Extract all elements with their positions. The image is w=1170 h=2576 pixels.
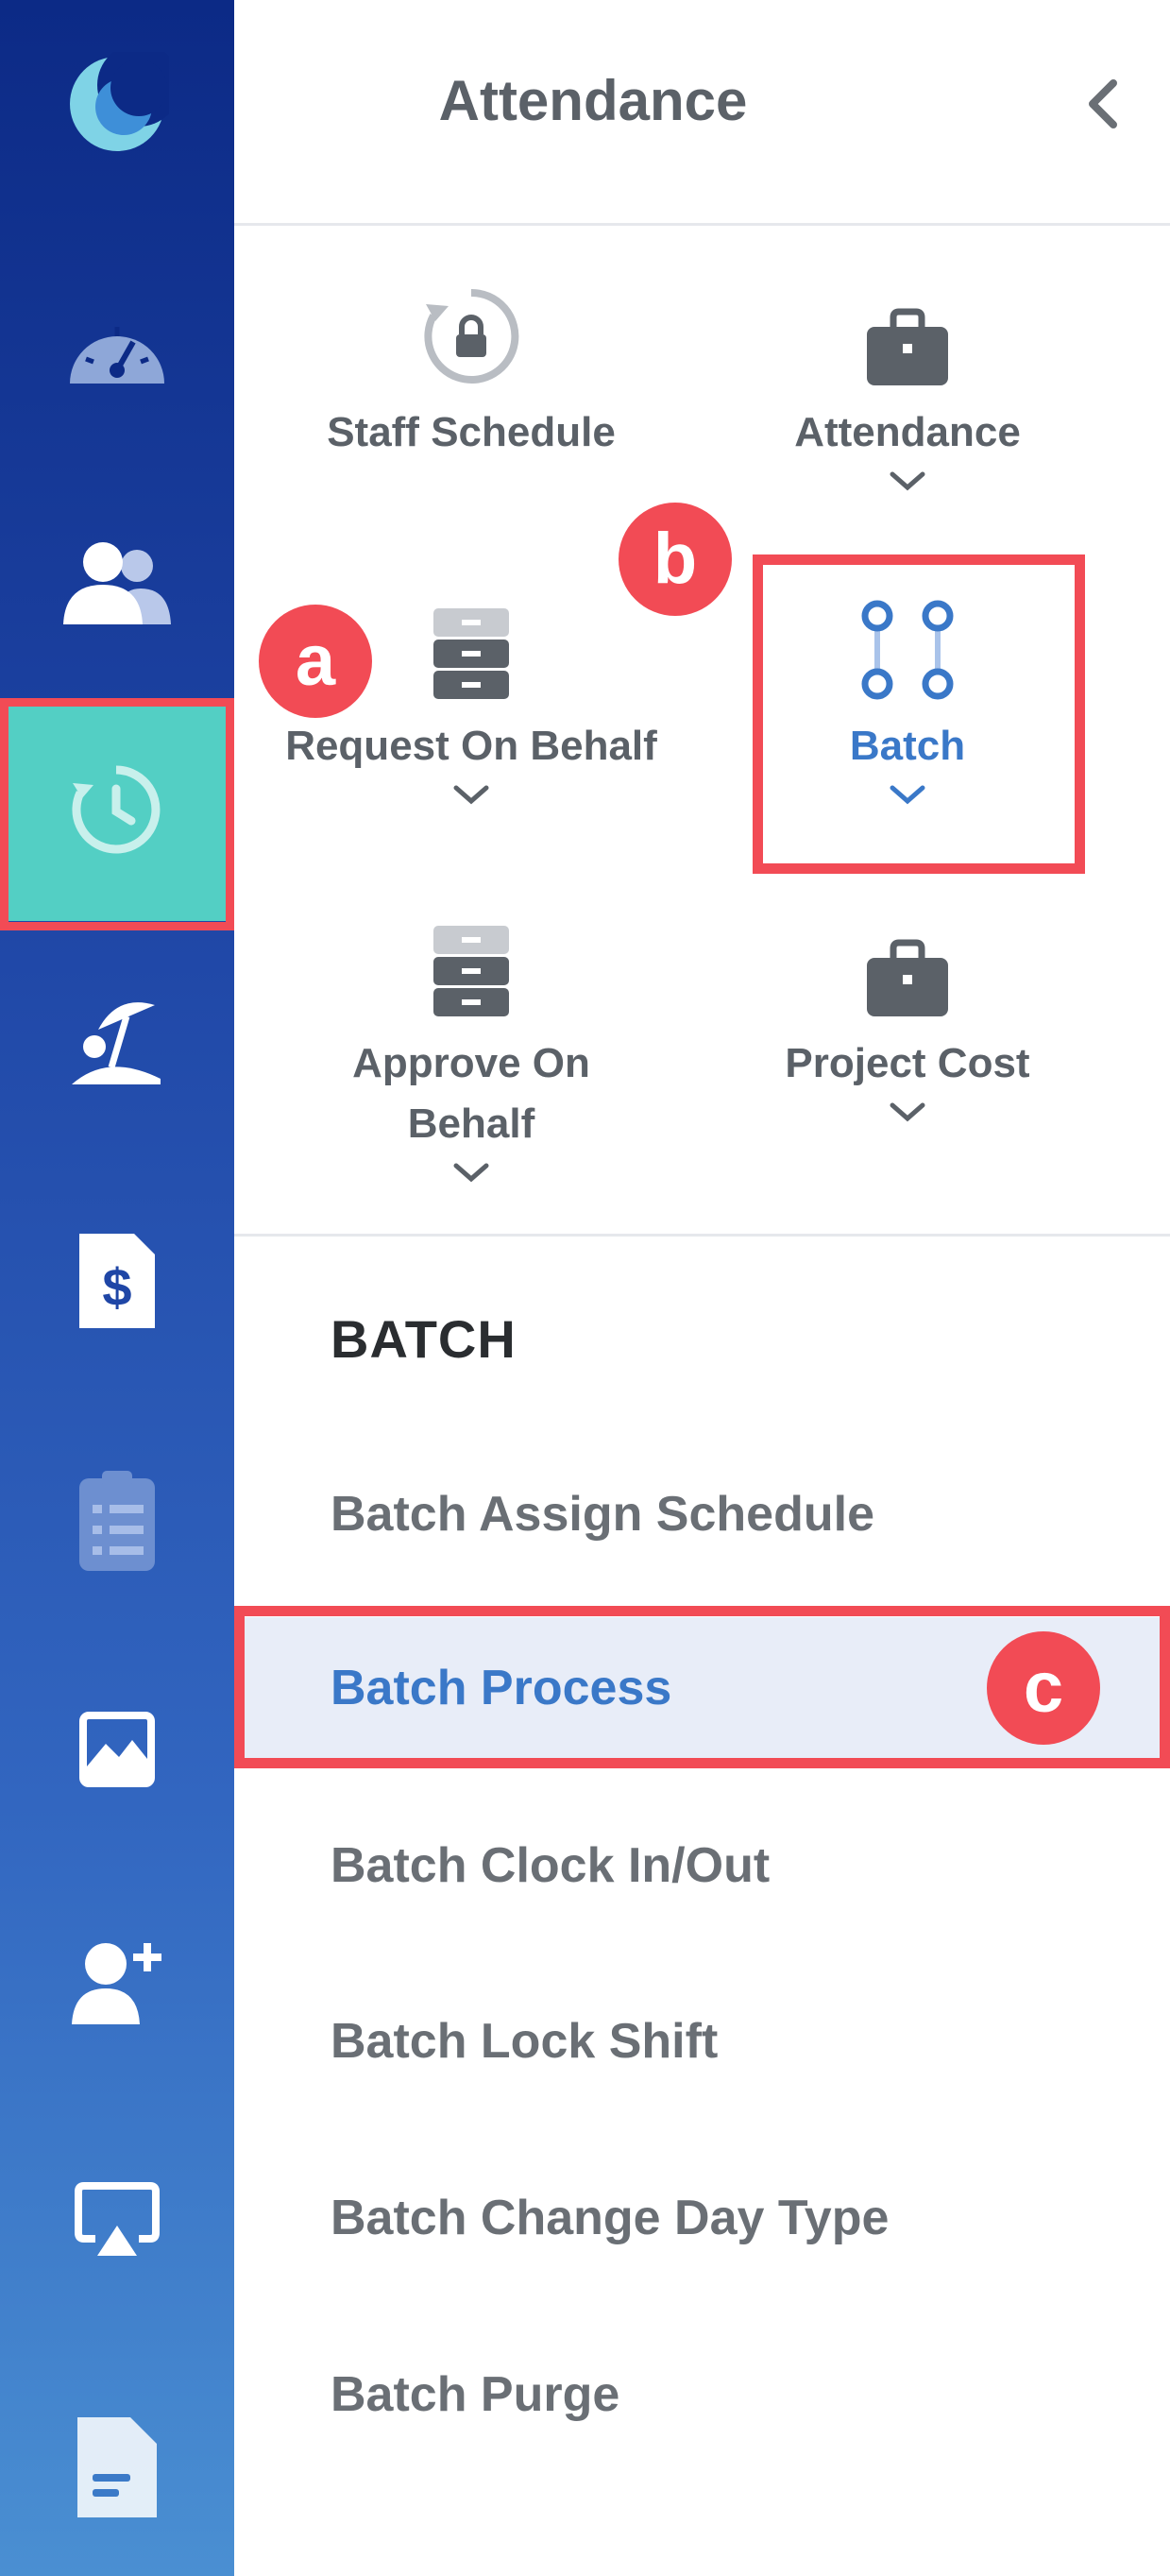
- attendance-clock-icon[interactable]: [6, 698, 227, 921]
- add-user-icon[interactable]: [0, 1927, 234, 2040]
- panel-title: Attendance: [438, 69, 748, 132]
- chevron-down-icon: [254, 782, 688, 816]
- beach-umbrella-icon[interactable]: [0, 982, 234, 1096]
- section-divider: [234, 1234, 1170, 1237]
- tile-attendance[interactable]: Attendance: [690, 283, 1125, 503]
- payroll-dollar-icon[interactable]: $: [0, 1224, 234, 1338]
- badge-a: a: [259, 605, 372, 718]
- panel-header: Attendance: [234, 0, 1170, 226]
- chart-image-icon[interactable]: [0, 1693, 234, 1806]
- tile-approve-on-behalf[interactable]: Approve On Behalf: [254, 914, 688, 1194]
- tile-project-cost[interactable]: Project Cost: [690, 914, 1125, 1134]
- tile-label: Request On Behalf: [285, 723, 657, 769]
- briefcase-icon: [690, 283, 1125, 387]
- collapse-chevron-icon[interactable]: [1076, 76, 1132, 132]
- tile-staff-schedule[interactable]: Staff Schedule: [254, 283, 688, 463]
- sidebar-rail: $: [0, 0, 234, 2576]
- cabinet-icon: [254, 914, 688, 1018]
- chevron-down-icon: [690, 1100, 1125, 1134]
- menu-item-batch-lock-shift[interactable]: Batch Lock Shift: [234, 1970, 1170, 2112]
- document-icon[interactable]: [0, 2409, 234, 2522]
- dashboard-gauge-icon[interactable]: [0, 293, 234, 406]
- attendance-panel: Attendance Staff Schedule Attendance Req…: [234, 0, 1170, 2576]
- menu-item-batch-assign-schedule[interactable]: Batch Assign Schedule: [234, 1443, 1170, 1585]
- people-icon[interactable]: [0, 526, 234, 640]
- tile-label: Attendance: [794, 409, 1021, 455]
- menu-item-batch-purge[interactable]: Batch Purge: [234, 2324, 1170, 2465]
- clock-lock-icon: [254, 283, 688, 387]
- badge-c: c: [987, 1631, 1100, 1745]
- moon-logo-icon[interactable]: [0, 47, 234, 161]
- tile-label: Approve On Behalf: [352, 1040, 590, 1147]
- highlight-box-batch-tile: [753, 554, 1085, 874]
- screen-cast-icon[interactable]: [0, 2163, 234, 2277]
- clipboard-list-icon[interactable]: [0, 1464, 234, 1578]
- section-title: BATCH: [331, 1309, 517, 1369]
- briefcase-icon: [690, 914, 1125, 1018]
- menu-item-batch-clock-in-out[interactable]: Batch Clock In/Out: [234, 1795, 1170, 1936]
- chevron-down-icon: [690, 469, 1125, 503]
- chevron-down-icon: [254, 1160, 688, 1194]
- badge-b: b: [619, 503, 732, 616]
- tile-label: Staff Schedule: [327, 409, 616, 455]
- menu-item-batch-change-day-type[interactable]: Batch Change Day Type: [234, 2147, 1170, 2289]
- svg-text:$: $: [102, 1257, 131, 1317]
- tile-label: Project Cost: [785, 1040, 1030, 1086]
